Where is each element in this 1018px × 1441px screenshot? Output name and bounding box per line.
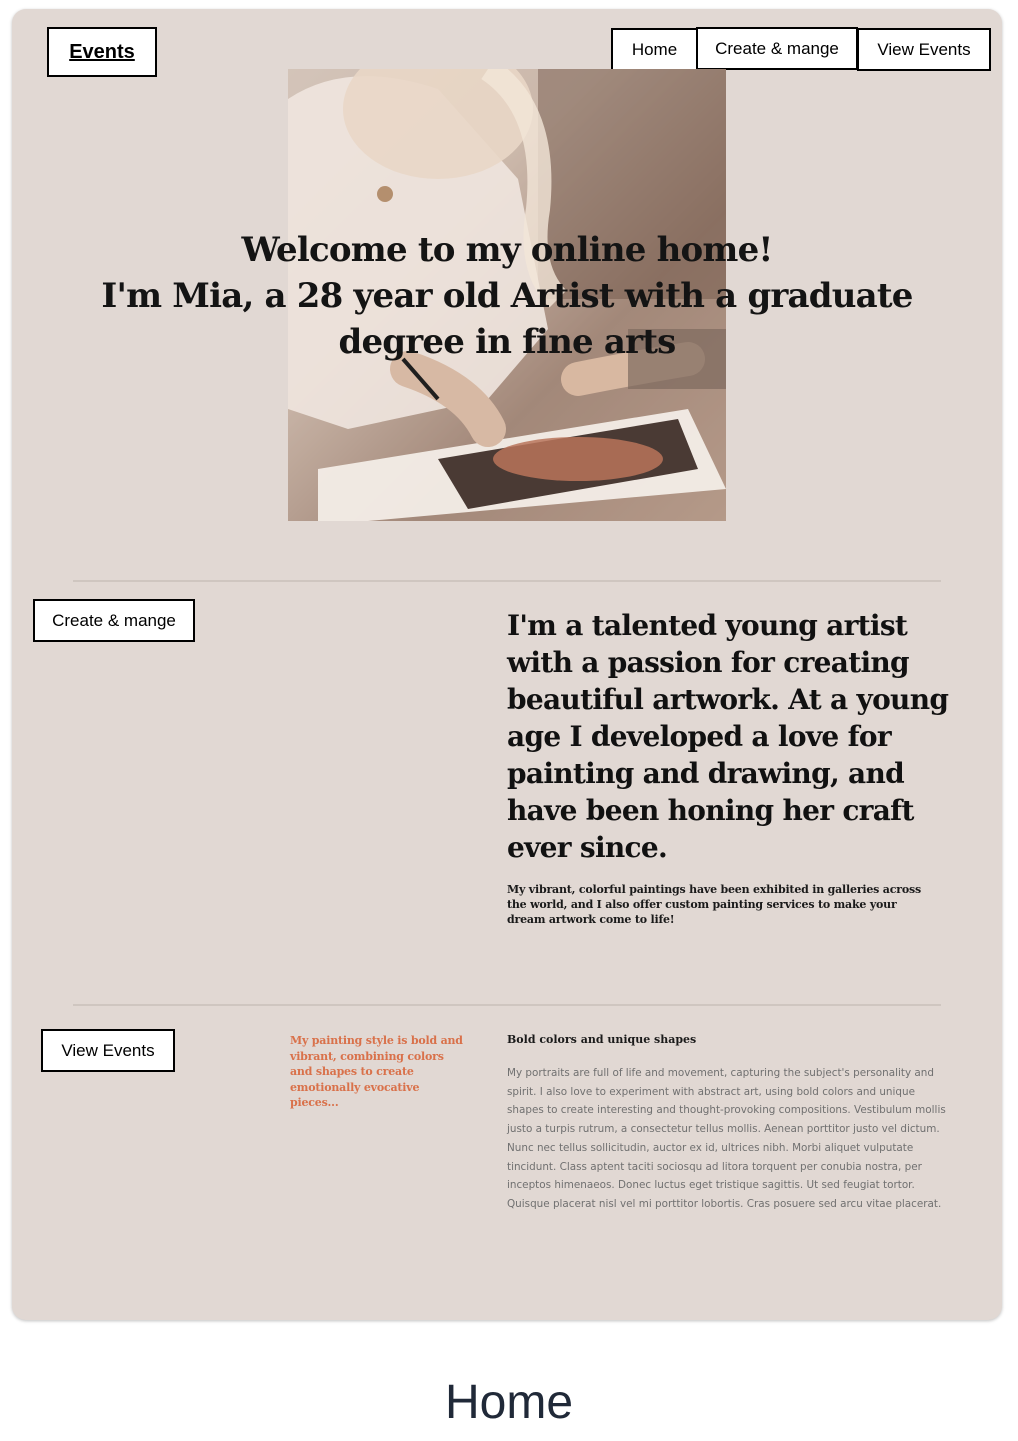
nav-view-events-button[interactable]: View Events — [857, 28, 991, 71]
hero-title-line-1: Welcome to my online home! — [241, 230, 773, 270]
events-logo-button[interactable]: Events — [47, 27, 157, 77]
view-events-button[interactable]: View Events — [41, 1029, 175, 1072]
hero-title: Welcome to my online home! I'm Mia, a 28… — [52, 227, 962, 365]
style-body-text: My portraits are full of life and moveme… — [507, 1067, 946, 1210]
style-quote: My painting style is bold and vibrant, c… — [290, 1034, 463, 1109]
about-heading: I'm a talented young artist with a passi… — [507, 609, 949, 864]
nav-create-manage-button[interactable]: Create & mange — [696, 27, 858, 70]
section-divider-2 — [73, 1004, 941, 1006]
create-manage-button[interactable]: Create & mange — [33, 599, 195, 642]
nav-home-button[interactable]: Home — [611, 28, 698, 71]
style-heading: Bold colors and unique shapes — [507, 1033, 697, 1046]
about-subtext: My vibrant, colorful paintings have been… — [507, 883, 921, 926]
page-caption: Home — [444, 1376, 574, 1429]
page-card: Events Home Create & mange View Events W… — [12, 9, 1002, 1320]
hero-title-line-2: I'm Mia, a 28 year old Artist with a gra… — [101, 276, 913, 362]
section-divider-1 — [73, 580, 941, 582]
